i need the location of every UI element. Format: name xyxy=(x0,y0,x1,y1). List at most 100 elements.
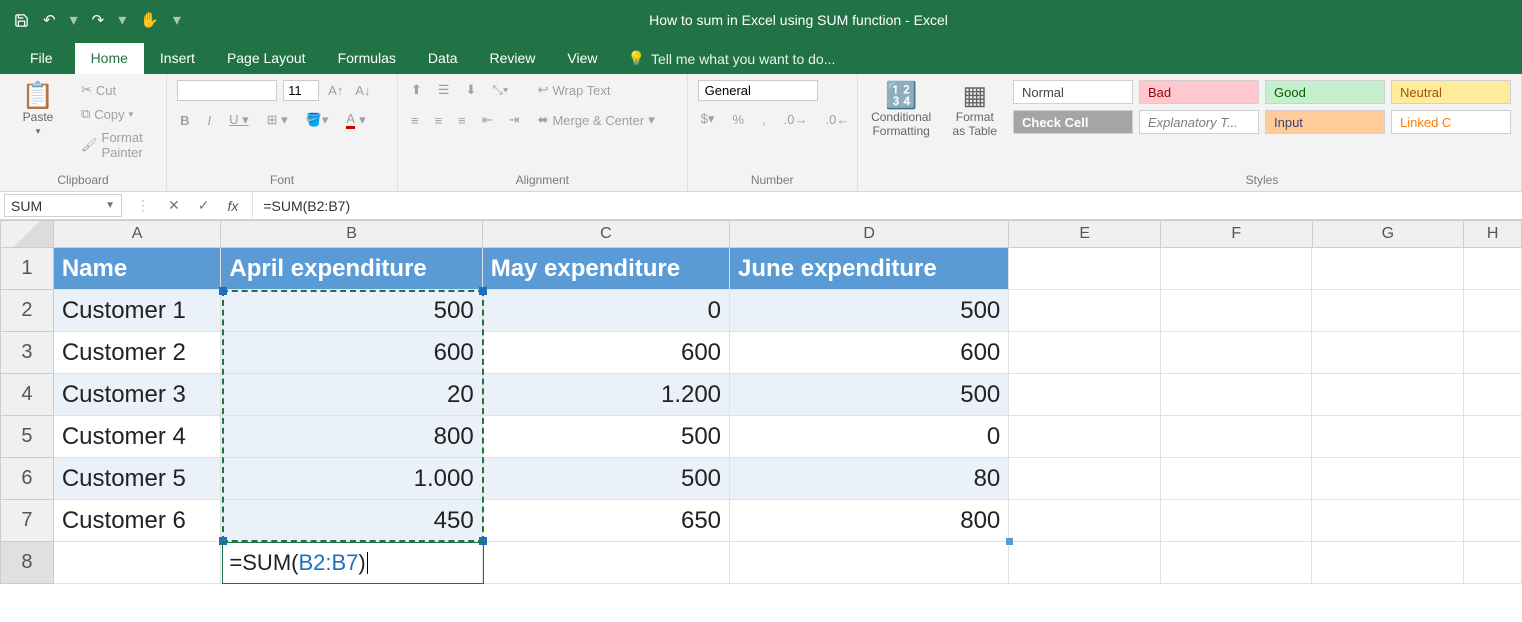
decrease-indent-icon[interactable]: ⇤ xyxy=(479,110,496,130)
align-middle-icon[interactable]: ☰ xyxy=(435,80,453,100)
cell-F2[interactable] xyxy=(1161,290,1313,332)
cell-E8[interactable] xyxy=(1009,542,1161,584)
cell-F8[interactable] xyxy=(1161,542,1313,584)
col-header-C[interactable]: C xyxy=(483,220,730,248)
cell-E4[interactable] xyxy=(1009,374,1161,416)
cell-G5[interactable] xyxy=(1312,416,1464,458)
fill-color-button[interactable]: 🪣▾ xyxy=(303,110,332,130)
cell-A3[interactable]: Customer 2 xyxy=(54,332,222,374)
cell-D1[interactable]: June expenditure xyxy=(730,248,1009,290)
fx-icon[interactable]: fx xyxy=(227,198,238,214)
tab-home[interactable]: Home xyxy=(75,43,144,74)
name-box[interactable]: SUM ▼ xyxy=(4,194,122,217)
col-header-F[interactable]: F xyxy=(1161,220,1313,248)
cell-F5[interactable] xyxy=(1161,416,1313,458)
style-input[interactable]: Input xyxy=(1265,110,1385,134)
style-explanatory[interactable]: Explanatory T... xyxy=(1139,110,1259,134)
cell-E5[interactable] xyxy=(1009,416,1161,458)
cell-E3[interactable] xyxy=(1009,332,1161,374)
cell-B7[interactable]: 450 xyxy=(221,500,482,542)
tab-file[interactable]: File xyxy=(8,43,75,74)
row-header-7[interactable]: 7 xyxy=(0,500,54,542)
cell-C1[interactable]: May expenditure xyxy=(483,248,730,290)
paste-button[interactable]: 📋 Paste ▾ xyxy=(10,80,66,139)
style-bad[interactable]: Bad xyxy=(1139,80,1259,104)
cell-E7[interactable] xyxy=(1009,500,1161,542)
tell-me-search[interactable]: 💡 Tell me what you want to do... xyxy=(614,43,850,74)
decrease-decimal-icon[interactable]: .0← xyxy=(822,110,852,129)
orientation-icon[interactable]: ⤡▾ xyxy=(489,80,511,100)
align-right-icon[interactable]: ≡ xyxy=(455,111,469,130)
merge-center-button[interactable]: ⬌Merge & Center ▾ xyxy=(535,110,658,130)
cell-A5[interactable]: Customer 4 xyxy=(54,416,222,458)
cell-H3[interactable] xyxy=(1464,332,1522,374)
tab-insert[interactable]: Insert xyxy=(144,43,211,74)
comma-format-icon[interactable]: , xyxy=(759,110,769,129)
style-neutral[interactable]: Neutral xyxy=(1391,80,1511,104)
redo-icon[interactable]: ↷ xyxy=(92,11,105,29)
font-size-input[interactable] xyxy=(283,80,319,101)
cell-E6[interactable] xyxy=(1009,458,1161,500)
cell-H2[interactable] xyxy=(1464,290,1522,332)
save-icon[interactable] xyxy=(14,13,29,28)
wrap-text-button[interactable]: ↩Wrap Text xyxy=(535,80,658,100)
font-color-button[interactable]: A▾ xyxy=(343,109,368,131)
cell-G1[interactable] xyxy=(1312,248,1464,290)
cell-H1[interactable] xyxy=(1464,248,1522,290)
bold-button[interactable]: B xyxy=(177,111,192,130)
italic-button[interactable]: I xyxy=(205,111,215,130)
cell-H7[interactable] xyxy=(1464,500,1522,542)
style-good[interactable]: Good xyxy=(1265,80,1385,104)
row-header-1[interactable]: 1 xyxy=(0,248,54,290)
cell-C8[interactable] xyxy=(483,542,730,584)
cell-A8[interactable] xyxy=(54,542,222,584)
undo-icon[interactable]: ↶ xyxy=(43,11,56,29)
cut-button[interactable]: ✂Cut xyxy=(78,80,156,100)
row-header-4[interactable]: 4 xyxy=(0,374,54,416)
name-box-split[interactable]: ⋮ xyxy=(136,197,150,214)
tab-review[interactable]: Review xyxy=(474,43,552,74)
accounting-format-icon[interactable]: $▾ xyxy=(698,109,718,129)
customize-qat-icon[interactable]: ▾ xyxy=(173,10,181,30)
tab-view[interactable]: View xyxy=(551,43,613,74)
align-bottom-icon[interactable]: ⬇ xyxy=(463,80,480,100)
cell-G4[interactable] xyxy=(1312,374,1464,416)
cell-B1[interactable]: April expenditure xyxy=(221,248,482,290)
cell-G7[interactable] xyxy=(1312,500,1464,542)
tab-formulas[interactable]: Formulas xyxy=(322,43,412,74)
touch-mode-icon[interactable]: ✋ xyxy=(140,11,159,29)
cell-H4[interactable] xyxy=(1464,374,1522,416)
cell-F4[interactable] xyxy=(1161,374,1313,416)
format-painter-button[interactable]: 🖌Format Painter xyxy=(78,128,156,162)
increase-decimal-icon[interactable]: .0→ xyxy=(781,110,811,129)
cell-B6[interactable]: 1.000 xyxy=(221,458,482,500)
col-header-A[interactable]: A xyxy=(54,220,222,248)
cell-E1[interactable] xyxy=(1009,248,1161,290)
format-as-table-button[interactable]: ▦ Format as Table xyxy=(947,80,1003,140)
formula-input[interactable]: =SUM(B2:B7) xyxy=(252,192,1522,219)
increase-indent-icon[interactable]: ⇥ xyxy=(506,110,523,130)
worksheet-grid[interactable]: A B C D E F G H 1 Name April expenditure… xyxy=(0,220,1522,584)
cell-C2[interactable]: 0 xyxy=(483,290,730,332)
cell-G3[interactable] xyxy=(1312,332,1464,374)
row-header-6[interactable]: 6 xyxy=(0,458,54,500)
cell-A1[interactable]: Name xyxy=(54,248,222,290)
select-all-corner[interactable] xyxy=(0,220,54,248)
copy-button[interactable]: ⧉Copy▾ xyxy=(78,104,156,124)
cell-G6[interactable] xyxy=(1312,458,1464,500)
cell-H8[interactable] xyxy=(1464,542,1522,584)
cell-C7[interactable]: 650 xyxy=(483,500,730,542)
table-resize-handle[interactable] xyxy=(1006,538,1013,545)
tab-data[interactable]: Data xyxy=(412,43,474,74)
cell-D3[interactable]: 600 xyxy=(730,332,1009,374)
cell-C4[interactable]: 1.200 xyxy=(483,374,730,416)
style-check-cell[interactable]: Check Cell xyxy=(1013,110,1133,134)
cell-D7[interactable]: 800 xyxy=(730,500,1009,542)
cell-A4[interactable]: Customer 3 xyxy=(54,374,222,416)
cell-A6[interactable]: Customer 5 xyxy=(54,458,222,500)
align-center-icon[interactable]: ≡ xyxy=(432,111,446,130)
style-linked[interactable]: Linked C xyxy=(1391,110,1511,134)
col-header-H[interactable]: H xyxy=(1464,220,1522,248)
row-header-5[interactable]: 5 xyxy=(0,416,54,458)
col-header-G[interactable]: G xyxy=(1313,220,1465,248)
